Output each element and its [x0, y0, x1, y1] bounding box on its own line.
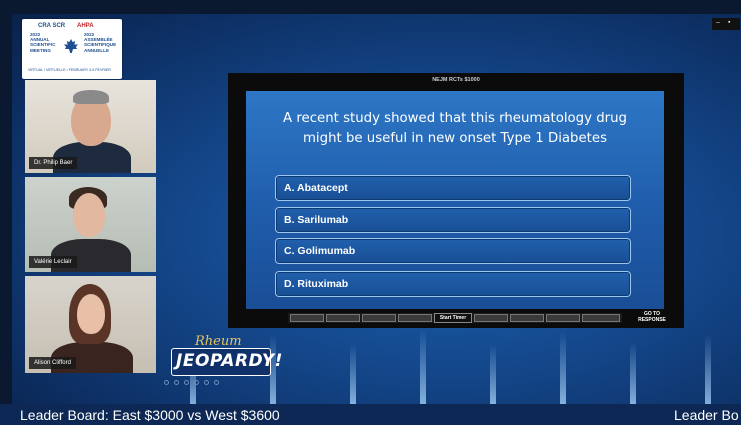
rheum-jeopardy-logo: Rheum JEOPARDY! [171, 334, 282, 382]
org-left-label: CRA SCR [38, 23, 66, 29]
spotlight-ray [490, 344, 496, 404]
presentation-stage: CRA SCR AHPA 2022 ANNUAL SCIENTIFIC MEET… [0, 0, 741, 425]
logo-left-line: MEETING [30, 47, 51, 53]
answer-option-c[interactable]: C. Golimumab [275, 238, 631, 264]
window-frame-top [0, 0, 741, 14]
go-to-response-button[interactable]: GO TO RESPONSE [628, 311, 676, 323]
category-header: NEJM RCTs $1000 [432, 77, 480, 83]
prev-slide-icon[interactable] [164, 380, 169, 385]
spotlight-ray [630, 342, 636, 404]
answer-label: C. Golimumab [284, 245, 356, 257]
timer-bar: Start Timer [288, 313, 622, 323]
logo-footer: VIRTUAL / VIRTUELLE • FEBRUARY 3-5 FÉVRI… [28, 68, 111, 72]
question-text: A recent study showed that this rheumato… [283, 111, 627, 146]
logo-right-line: SCIENTIFIQUE [84, 42, 117, 48]
spotlight-ray [560, 332, 566, 404]
window-controls: – ▪ [712, 18, 740, 30]
timer-segment [474, 314, 508, 322]
timer-segment [290, 314, 324, 322]
leader-board-text-repeat: Leader Bo [674, 407, 739, 423]
timer-segment [326, 314, 360, 322]
logo-right-text: 2022 ASSEMBLÉE SCIENTIFIQUE ANNUELLE [84, 32, 116, 53]
conference-logo: CRA SCR AHPA 2022 ANNUAL SCIENTIFIC MEET… [22, 19, 122, 79]
logo-jeopardy-text: JEOPARDY! [176, 351, 283, 371]
question-panel: A recent study showed that this rheumato… [246, 91, 664, 309]
avatar-hair [73, 90, 109, 104]
slideshow-controls [164, 380, 244, 386]
video-tile-participant-1[interactable]: Dr. Philip Baer [25, 80, 156, 173]
window-frame-left [0, 14, 12, 425]
leader-board-ticker: Leader Board: East $3000 vs West $3600 L… [0, 404, 741, 425]
next-slide-icon[interactable] [174, 380, 179, 385]
video-tile-participant-2[interactable]: Valérie Leclair [25, 177, 156, 272]
more-options-icon[interactable] [214, 380, 219, 385]
avatar-head [77, 294, 105, 334]
start-timer-button[interactable]: Start Timer [434, 313, 472, 323]
pen-icon[interactable] [184, 380, 189, 385]
logo-jeopardy-box: JEOPARDY! [171, 348, 282, 376]
answer-label: B. Sarilumab [284, 214, 349, 226]
timer-segment [362, 314, 396, 322]
leader-board-text: Leader Board: East $3000 vs West $3600 [20, 407, 280, 423]
answer-option-d[interactable]: D. Rituximab [275, 271, 631, 297]
timer-segment [582, 314, 620, 322]
org-right-label: AHPA [77, 23, 94, 29]
goto-line-2: RESPONSE [638, 317, 666, 323]
logo-right-line: ANNUELLE [84, 47, 110, 53]
answer-label: D. Rituximab [284, 278, 349, 290]
answer-option-b[interactable]: B. Sarilumab [275, 207, 631, 233]
avatar-head [73, 193, 105, 237]
answer-label: A. Abatacept [284, 182, 348, 194]
zoom-icon[interactable] [204, 380, 209, 385]
logo-left-line: SCIENTIFIC [30, 42, 56, 48]
jeopardy-game-board: NEJM RCTs $1000 A recent study showed th… [228, 73, 684, 328]
logo-left-text: 2022 ANNUAL SCIENTIFIC MEETING [30, 32, 56, 53]
participant-name: Alison Clifford [29, 357, 76, 369]
logo-rheum-text: Rheum [195, 334, 242, 349]
timer-segment [398, 314, 432, 322]
spotlight-ray [420, 329, 426, 404]
participant-name: Valérie Leclair [29, 256, 77, 268]
minimize-icon[interactable]: – [716, 19, 720, 26]
slides-grid-icon[interactable] [194, 380, 199, 385]
spotlight-ray [350, 344, 356, 404]
answer-option-a[interactable]: A. Abatacept [275, 175, 631, 201]
video-tile-participant-3[interactable]: Alison Clifford [25, 276, 156, 373]
participant-name: Dr. Philip Baer [29, 157, 78, 169]
close-icon[interactable]: ▪ [728, 19, 730, 26]
timer-segment [510, 314, 544, 322]
maple-leaf-icon [64, 39, 78, 53]
spotlight-ray [705, 334, 711, 404]
timer-segment [546, 314, 580, 322]
